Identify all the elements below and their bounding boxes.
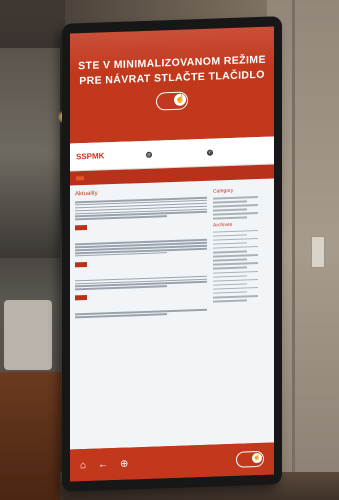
read-more-button[interactable] bbox=[75, 225, 87, 231]
sidebar-link[interactable] bbox=[213, 212, 258, 216]
nav-tab[interactable] bbox=[76, 176, 84, 181]
hand-touch-icon: ☝ bbox=[174, 93, 186, 106]
kiosk-screen: STE V MINIMALIZOVANOM REŽIME PRE NÁVRAT … bbox=[70, 26, 274, 482]
sidebar: Category Archives bbox=[213, 185, 269, 315]
home-icon[interactable]: ⌂ bbox=[80, 460, 86, 471]
archive-link[interactable] bbox=[213, 250, 247, 254]
site-content: Aktuality Category Archives bbox=[70, 178, 274, 325]
wooden-furniture bbox=[0, 372, 62, 500]
archive-link[interactable] bbox=[213, 295, 258, 299]
archive-link[interactable] bbox=[213, 283, 247, 286]
door-frame bbox=[292, 0, 295, 500]
archive-link[interactable] bbox=[213, 266, 247, 270]
hand-touch-icon: ☝ bbox=[252, 452, 262, 464]
archive-link[interactable] bbox=[213, 278, 258, 282]
at-icon: @ bbox=[146, 151, 152, 158]
archive-link[interactable] bbox=[213, 245, 258, 250]
minimize-toggle-button[interactable]: ☝ bbox=[236, 450, 264, 468]
archive-link[interactable] bbox=[213, 270, 258, 274]
archive-link[interactable] bbox=[213, 229, 258, 233]
background-window bbox=[0, 48, 60, 258]
zoom-icon[interactable]: ⊕ bbox=[120, 458, 128, 469]
minimized-mode-banner: STE V MINIMALIZOVANOM REŽIME PRE NÁVRAT … bbox=[70, 26, 274, 138]
archive-link[interactable] bbox=[213, 237, 258, 241]
phone-icon: ✆ bbox=[207, 149, 213, 156]
kiosk-bottom-bar: ⌂ ← ⊕ ☝ bbox=[70, 442, 274, 482]
sidebar-archives-title: Archives bbox=[213, 221, 233, 229]
archive-link[interactable] bbox=[213, 262, 258, 266]
sidebar-link[interactable] bbox=[213, 200, 247, 204]
website-view: SSPMK @ ✆ Aktuality Category Archives bbox=[70, 136, 274, 450]
archive-link[interactable] bbox=[213, 258, 247, 262]
sidebar-link[interactable] bbox=[213, 196, 258, 200]
site-logo[interactable]: SSPMK bbox=[76, 150, 146, 161]
sidebar-link[interactable] bbox=[213, 216, 247, 220]
news-column: Aktuality bbox=[75, 187, 207, 320]
read-more-button[interactable] bbox=[75, 295, 87, 301]
sidebar-link[interactable] bbox=[213, 204, 258, 208]
back-arrow-icon[interactable]: ← bbox=[98, 459, 108, 470]
archive-link[interactable] bbox=[213, 291, 247, 295]
archive-link[interactable] bbox=[213, 274, 247, 278]
archive-link[interactable] bbox=[213, 242, 247, 245]
archive-link[interactable] bbox=[213, 286, 258, 290]
contact-phone: ✆ bbox=[207, 147, 268, 156]
photo-scene: STE V MINIMALIZOVANOM REŽIME PRE NÁVRAT … bbox=[0, 0, 339, 500]
archive-link[interactable] bbox=[213, 299, 247, 303]
sidebar-link[interactable] bbox=[213, 208, 247, 212]
restore-button[interactable]: ☝ bbox=[156, 91, 188, 111]
wall-switch bbox=[311, 236, 325, 268]
read-more-button[interactable] bbox=[75, 261, 87, 268]
archive-link[interactable] bbox=[213, 254, 258, 258]
kiosk-device: STE V MINIMALIZOVANOM REŽIME PRE NÁVRAT … bbox=[62, 16, 282, 492]
section-title: Aktuality bbox=[75, 190, 98, 198]
archive-link[interactable] bbox=[213, 234, 247, 237]
background-box bbox=[4, 300, 52, 370]
contact-email: @ bbox=[146, 149, 207, 158]
sidebar-category-title: Category bbox=[213, 187, 234, 195]
